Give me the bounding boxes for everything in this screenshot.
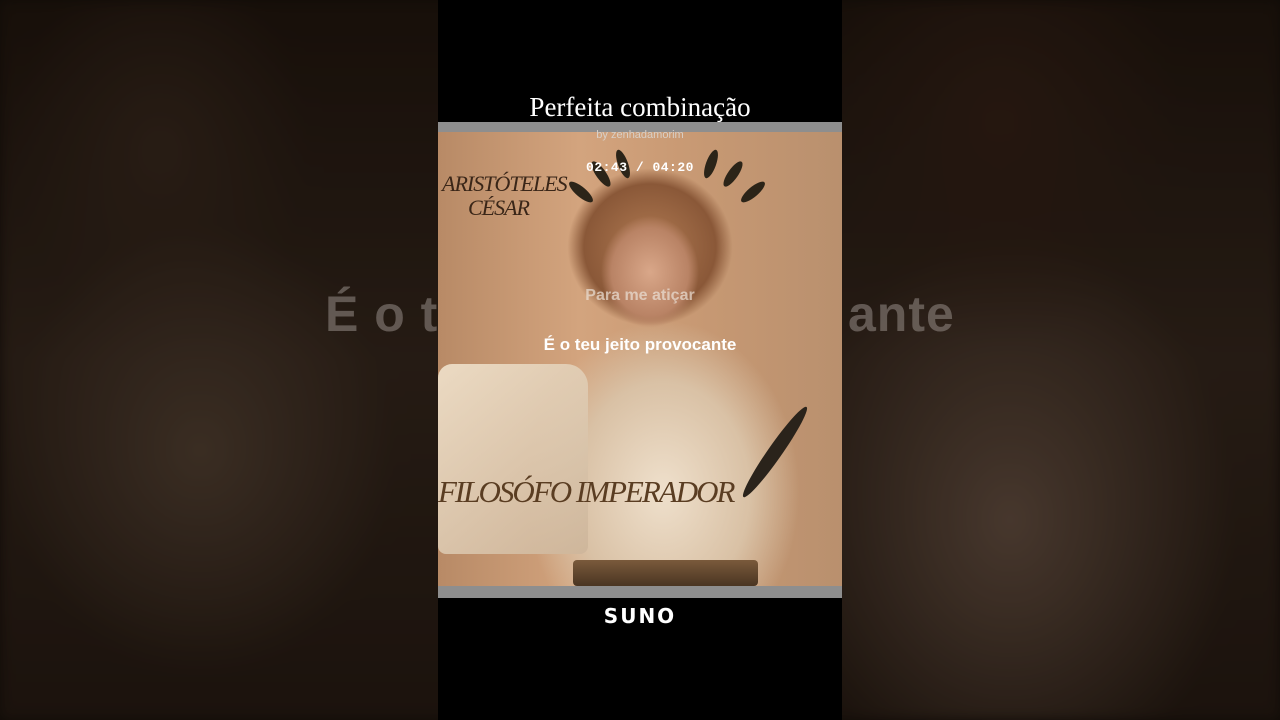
playback-time: 02:43 / 04:20 — [586, 160, 694, 175]
quill-image — [737, 402, 813, 502]
background-lyric-right: ante — [848, 286, 955, 342]
artwork-caption-bottom: FILOSÓFO IMPERADOR — [438, 474, 735, 509]
lyric-previous-line: Para me atiçar — [585, 287, 695, 304]
artwork-image: ARISTÓTELES CÉSAR FILOSÓFO IMPERADOR — [438, 132, 842, 586]
video-player: É o t ante ARISTÓTELES CÉSAR FILOSÓFO IM… — [0, 0, 1280, 720]
belt-image — [573, 560, 758, 586]
scroll-image — [438, 364, 588, 554]
laurel-wreath-icon — [556, 147, 776, 217]
suno-logo: SUNO — [603, 604, 677, 628]
song-artist: by zenhadamorim — [596, 129, 684, 141]
cover-artwork: ARISTÓTELES CÉSAR FILOSÓFO IMPERADOR — [438, 122, 842, 598]
artwork-caption-top: ARISTÓTELES CÉSAR — [442, 171, 568, 220]
background-lyric-left: É o t — [325, 286, 439, 342]
lyric-current-line: É o teu jeito provocante — [543, 335, 737, 354]
video-frame[interactable]: ARISTÓTELES CÉSAR FILOSÓFO IMPERADOR Per… — [438, 0, 842, 720]
song-title: Perfeita combinação — [529, 92, 751, 122]
